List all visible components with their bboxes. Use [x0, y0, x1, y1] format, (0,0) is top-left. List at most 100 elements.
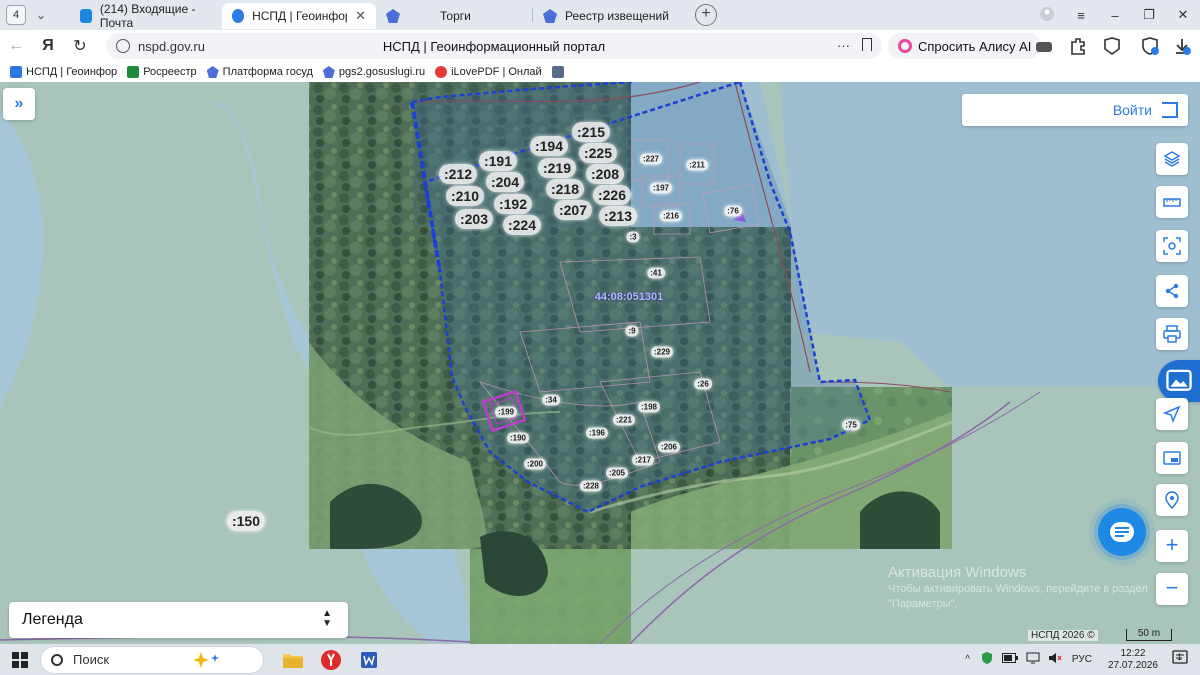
- collections-icon[interactable]: [1102, 36, 1122, 56]
- zoom-out-button[interactable]: −: [1156, 573, 1188, 605]
- print-button[interactable]: [1156, 318, 1188, 350]
- parcel-label[interactable]: :226: [592, 185, 632, 205]
- parcel-label[interactable]: :190: [506, 432, 530, 444]
- parcel-label[interactable]: :224: [502, 215, 542, 235]
- zoom-in-button[interactable]: +: [1156, 530, 1188, 562]
- chat-button[interactable]: [1098, 508, 1146, 556]
- share-button[interactable]: [1156, 275, 1188, 307]
- tab-torgi[interactable]: Торги: [376, 3, 532, 29]
- parcel-label[interactable]: :221: [612, 414, 636, 426]
- parcel-label[interactable]: :198: [637, 401, 661, 413]
- profile-icon[interactable]: [1030, 6, 1064, 25]
- menu-icon[interactable]: ≡: [1064, 8, 1098, 23]
- parcel-label[interactable]: :204: [485, 172, 525, 192]
- minimize-icon[interactable]: –: [1098, 8, 1132, 23]
- parcel-label[interactable]: :34: [542, 394, 560, 406]
- new-tab-button[interactable]: +: [695, 4, 717, 26]
- defender-icon[interactable]: [980, 651, 994, 668]
- parcel-label[interactable]: :76: [724, 205, 742, 217]
- parcel-label[interactable]: :196: [585, 427, 609, 439]
- tab-mail[interactable]: (214) Входящие - Почта: [70, 2, 222, 30]
- yandex-icon[interactable]: Я: [32, 37, 64, 55]
- notifications-button[interactable]: 1: [1172, 650, 1188, 669]
- parcel-label[interactable]: :192: [493, 194, 533, 214]
- parcel-label[interactable]: :211: [686, 159, 708, 171]
- tab-nspd[interactable]: НСПД | Геоинформацио ✕: [222, 3, 376, 29]
- volume-icon[interactable]: [1048, 652, 1062, 667]
- word-button[interactable]: [352, 646, 386, 674]
- parcel-label[interactable]: :210: [445, 186, 485, 206]
- parcel-label[interactable]: :219: [537, 158, 577, 178]
- network-icon[interactable]: [1026, 652, 1040, 667]
- parcel-label[interactable]: :3: [626, 231, 640, 243]
- alice-button[interactable]: Спросить Алису AI: [888, 33, 1042, 59]
- bookmark-icon[interactable]: [862, 38, 872, 51]
- image-tool-button[interactable]: [1158, 360, 1200, 402]
- parcel-label[interactable]: :191: [478, 151, 518, 171]
- parcel-label[interactable]: :150: [226, 511, 266, 531]
- locate-button[interactable]: [1156, 484, 1188, 516]
- yandex-browser-button[interactable]: [314, 646, 348, 674]
- bookmark-other[interactable]: [551, 66, 568, 78]
- parcel-label[interactable]: :216: [659, 210, 683, 222]
- parcel-label[interactable]: :227: [639, 153, 663, 165]
- parcel-label[interactable]: :225: [578, 143, 618, 163]
- chevron-up-icon[interactable]: ^: [965, 654, 970, 665]
- parcel-label[interactable]: :206: [657, 441, 681, 453]
- parcel-label[interactable]: :205: [605, 467, 629, 479]
- clock[interactable]: 12:22 27.07.2026: [1108, 648, 1158, 672]
- chevron-down-icon[interactable]: ⌄: [30, 8, 52, 22]
- parcel-label[interactable]: :208: [585, 164, 625, 184]
- tab-count-button[interactable]: 4: [6, 5, 26, 25]
- more-icon[interactable]: ···: [837, 38, 850, 53]
- language-indicator[interactable]: РУС: [1072, 654, 1092, 665]
- select-area-button[interactable]: [1156, 230, 1188, 262]
- tab-registry[interactable]: Реестр извещений: [533, 3, 685, 29]
- file-explorer-button[interactable]: [276, 646, 310, 674]
- layers-button[interactable]: [1156, 143, 1188, 175]
- extensions-icon[interactable]: [1068, 36, 1088, 56]
- minimap-button[interactable]: [1156, 442, 1188, 474]
- close-icon[interactable]: ✕: [355, 8, 366, 24]
- navigate-button[interactable]: [1156, 398, 1188, 430]
- parcel-label[interactable]: :9: [625, 325, 639, 337]
- parcel-label[interactable]: :199: [494, 406, 518, 418]
- back-icon[interactable]: ←: [0, 37, 32, 55]
- site-info-icon[interactable]: [116, 39, 130, 53]
- parcel-label[interactable]: :218: [545, 179, 585, 199]
- login-button[interactable]: Войти: [962, 94, 1188, 126]
- battery-icon[interactable]: [1001, 653, 1018, 666]
- maximize-icon[interactable]: ❐: [1132, 7, 1166, 23]
- reader-icon[interactable]: [1034, 36, 1054, 56]
- parcel-label[interactable]: :197: [649, 182, 673, 194]
- shield-icon[interactable]: [1140, 36, 1160, 56]
- reload-icon[interactable]: ↻: [64, 36, 96, 56]
- parcel-label[interactable]: :203: [454, 209, 494, 229]
- parcel-label[interactable]: :26: [694, 378, 712, 390]
- measure-button[interactable]: [1156, 186, 1188, 218]
- map-canvas[interactable]: 44:08:051301 :215 :194 :225 :191 :219 :2…: [0, 82, 1200, 644]
- download-icon[interactable]: [1172, 36, 1192, 56]
- parcel-label[interactable]: :229: [650, 346, 674, 358]
- parcel-label[interactable]: :75: [842, 419, 860, 431]
- parcel-label[interactable]: :215: [571, 122, 611, 142]
- taskbar-search[interactable]: Поиск: [40, 645, 264, 674]
- cadastral-quarter-label[interactable]: 44:08:051301: [595, 291, 664, 303]
- parcel-label[interactable]: :228: [579, 480, 603, 492]
- close-window-icon[interactable]: ✕: [1166, 7, 1200, 23]
- legend-dropdown[interactable]: Легенда ▲ ▼: [9, 602, 348, 638]
- omnibox[interactable]: nspd.gov.ru НСПД | Геоинформационный пор…: [106, 33, 882, 59]
- parcel-label[interactable]: :217: [631, 454, 655, 466]
- parcel-label[interactable]: :207: [553, 200, 593, 220]
- bookmark-nspd[interactable]: НСПД | Геоинфор: [10, 66, 117, 78]
- parcel-label[interactable]: :41: [647, 267, 665, 279]
- start-button[interactable]: [0, 651, 40, 668]
- parcel-label[interactable]: :194: [529, 136, 569, 156]
- bookmark-pgs2[interactable]: pgs2.gosuslugi.ru: [322, 66, 425, 78]
- expand-sidebar-button[interactable]: »: [3, 88, 35, 120]
- parcel-label[interactable]: :200: [523, 458, 547, 470]
- bookmark-rosreestr[interactable]: Росреестр: [127, 66, 197, 78]
- parcel-label[interactable]: :213: [598, 206, 638, 226]
- bookmark-ilovepdf[interactable]: iLovePDF | Онлай: [435, 66, 542, 78]
- parcel-label[interactable]: :212: [438, 164, 478, 184]
